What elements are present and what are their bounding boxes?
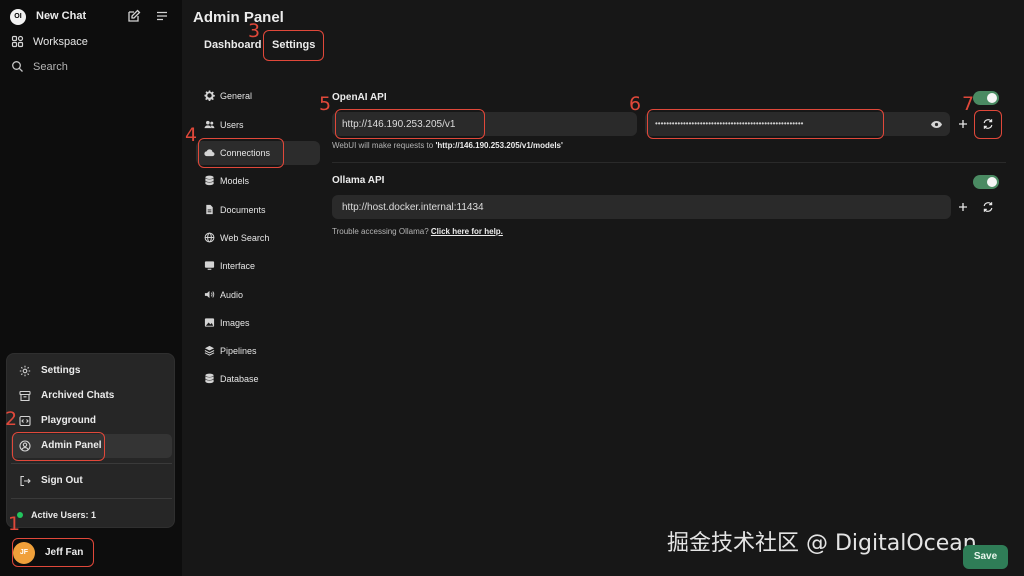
- gear-icon: [204, 90, 215, 101]
- section-divider: [332, 162, 1006, 163]
- menu-item-archived-chats[interactable]: Archived Chats: [11, 384, 172, 408]
- menu-item-playground[interactable]: Playground: [11, 409, 172, 433]
- gear-icon: [19, 365, 31, 377]
- settings-nav-label: General: [220, 91, 253, 101]
- ollama-api-label: Ollama API: [332, 175, 385, 186]
- annotation-number-2: 2: [5, 408, 18, 430]
- users-icon: [204, 119, 215, 130]
- menu-item-label: Sign Out: [41, 475, 83, 486]
- menu-item-label: Archived Chats: [41, 390, 115, 401]
- settings-nav-database[interactable]: Database: [196, 367, 320, 391]
- annotation-number-7: 7: [962, 93, 975, 115]
- annotation-box-connections: [198, 138, 284, 168]
- settings-nav-images[interactable]: Images: [196, 311, 320, 335]
- settings-nav-general[interactable]: General: [196, 84, 320, 108]
- menu-divider: [11, 463, 172, 464]
- settings-nav-label: Audio: [220, 290, 244, 300]
- annotation-box-refresh: [974, 110, 1002, 139]
- annotation-box-openai-url: [335, 109, 485, 139]
- settings-nav-label: Documents: [220, 205, 266, 215]
- annotation-number-6: 6: [629, 93, 642, 115]
- settings-nav-pipelines[interactable]: Pipelines: [196, 339, 320, 363]
- new-chat-row[interactable]: OI New Chat: [0, 6, 182, 28]
- archive-icon: [19, 390, 31, 402]
- settings-nav-label: Database: [220, 374, 259, 384]
- ollama-help-text: Trouble accessing Ollama? Click here for…: [332, 227, 503, 236]
- settings-nav-interface[interactable]: Interface: [196, 254, 320, 278]
- speaker-icon: [204, 289, 215, 300]
- menu-item-label: Settings: [41, 365, 81, 376]
- settings-nav-label: Models: [220, 176, 250, 186]
- monitor-icon: [204, 260, 215, 271]
- openai-api-label: OpenAI API: [332, 92, 387, 103]
- settings-nav-label: Web Search: [220, 233, 270, 243]
- database-icon: [204, 175, 215, 186]
- menu-item-settings[interactable]: Settings: [11, 359, 172, 383]
- layers-icon: [204, 345, 215, 356]
- settings-nav-documents[interactable]: Documents: [196, 198, 320, 222]
- ollama-help-prefix: Trouble accessing Ollama?: [332, 227, 429, 236]
- openai-api-toggle[interactable]: [973, 91, 999, 105]
- active-users-label: Active Users: 1: [31, 510, 97, 520]
- sidebar-item-label: Workspace: [33, 36, 88, 48]
- toggle-knob: [987, 177, 997, 187]
- settings-nav-audio[interactable]: Audio: [196, 283, 320, 307]
- openai-help-text: WebUI will make requests to 'http://146.…: [332, 141, 563, 150]
- annotation-number-3: 3: [248, 20, 261, 42]
- ollama-api-toggle[interactable]: [973, 175, 999, 189]
- add-ollama-plus-icon[interactable]: [957, 201, 969, 213]
- sidebar: OI New Chat Workspace Search Settings Ar…: [0, 0, 182, 576]
- save-button[interactable]: Save: [963, 545, 1008, 569]
- globe-icon: [204, 232, 215, 243]
- verify-ollama-refresh-icon[interactable]: [982, 201, 994, 213]
- toggle-knob: [987, 93, 997, 103]
- annotation-number-4: 4: [185, 124, 198, 146]
- settings-nav-label: Pipelines: [220, 346, 257, 356]
- search-icon: [11, 60, 24, 73]
- new-chat-edit-icon[interactable]: [127, 9, 141, 23]
- sidebar-item-label: Search: [33, 61, 68, 73]
- document-icon: [204, 204, 215, 215]
- code-icon: [19, 415, 31, 427]
- menu-divider: [11, 498, 172, 499]
- annotation-box-admin-panel: [12, 432, 105, 461]
- ollama-url-input[interactable]: http://host.docker.internal:11434: [332, 195, 951, 219]
- annotation-number-5: 5: [319, 93, 332, 115]
- ollama-help-link[interactable]: Click here for help.: [431, 227, 503, 236]
- openai-help-prefix: WebUI will make requests to: [332, 141, 434, 150]
- settings-nav-web-search[interactable]: Web Search: [196, 226, 320, 250]
- sidebar-item-search[interactable]: Search: [0, 57, 182, 77]
- openai-models-url: 'http://146.190.253.205/v1/models': [435, 141, 563, 150]
- annotation-box-api-key: [647, 109, 884, 139]
- add-connection-plus-icon[interactable]: [957, 118, 969, 130]
- new-chat-label[interactable]: New Chat: [36, 10, 86, 22]
- settings-nav-label: Interface: [220, 261, 256, 271]
- database-icon: [204, 373, 215, 384]
- settings-nav-models[interactable]: Models: [196, 169, 320, 193]
- settings-nav-users[interactable]: Users: [196, 113, 320, 137]
- settings-nav-label: Images: [220, 318, 250, 328]
- watermark: 掘金技术社区 @ DigitalOcean: [667, 531, 977, 556]
- image-icon: [204, 317, 215, 328]
- annotation-box-settings-tab: [263, 30, 324, 61]
- menu-item-label: Playground: [41, 415, 97, 426]
- annotation-number-1: 1: [8, 513, 21, 535]
- sidebar-toggle-icon[interactable]: [155, 9, 169, 23]
- annotation-box-user: [12, 538, 94, 567]
- settings-nav-label: Users: [220, 120, 244, 130]
- page-title: Admin Panel: [193, 9, 284, 26]
- menu-item-sign-out[interactable]: Sign Out: [11, 469, 172, 493]
- app-logo: OI: [10, 9, 26, 25]
- sidebar-item-workspace[interactable]: Workspace: [0, 32, 182, 52]
- sign-out-icon: [19, 475, 31, 487]
- workspace-grid-icon: [11, 35, 24, 48]
- show-key-eye-icon[interactable]: [930, 118, 943, 131]
